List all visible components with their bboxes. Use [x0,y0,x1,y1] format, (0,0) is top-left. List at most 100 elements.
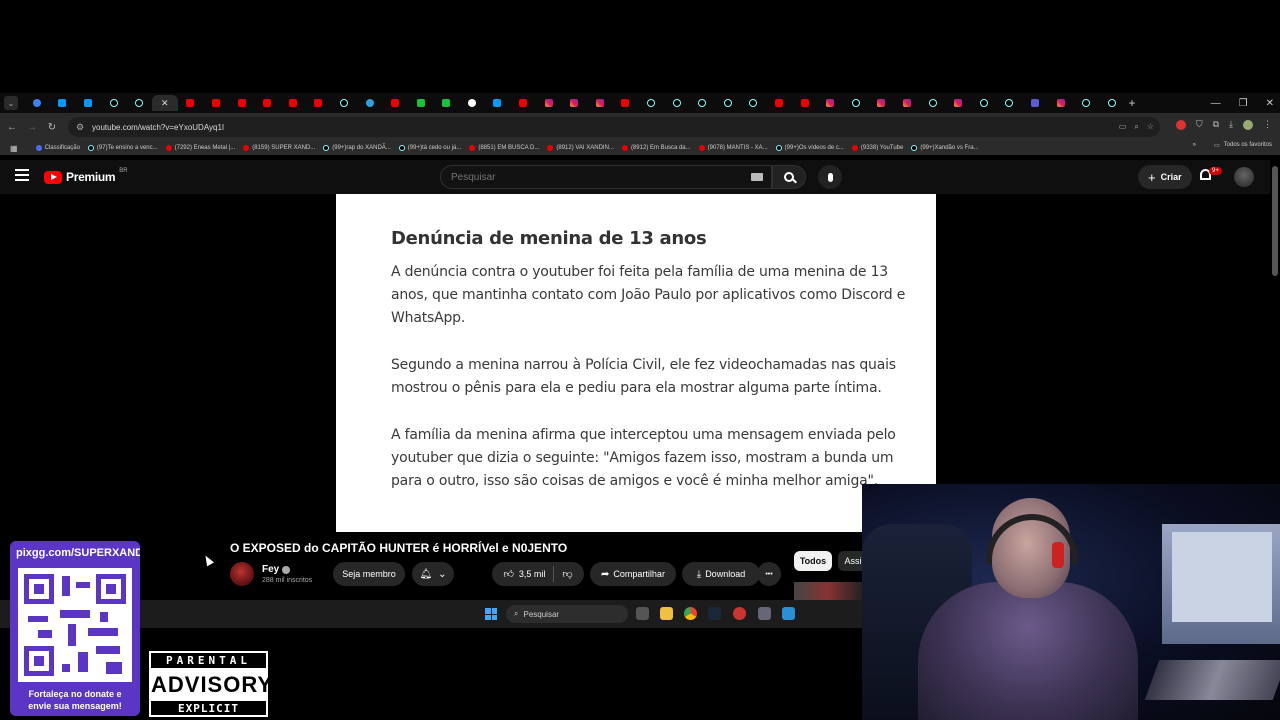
youtube-logo[interactable]: Premium BR [44,168,128,184]
bookmark-item[interactable]: (8159) SUPER XAND... [239,145,319,151]
file-explorer-icon[interactable] [660,607,673,620]
bookmark-item[interactable]: (9338) YouTube [848,145,907,151]
profile-icon[interactable] [1243,119,1253,130]
bookmark-item[interactable]: (99+)tá cedo ou já... [395,145,466,151]
browser-tab[interactable] [357,95,383,111]
site-info-icon[interactable]: ⚙ [76,122,86,133]
browser-tab[interactable] [894,95,920,111]
create-button[interactable]: + Criar [1138,165,1192,189]
channel-avatar[interactable] [230,562,254,586]
bookmark-item[interactable]: (99+)Os vídeos de c... [772,145,848,151]
browser-tab[interactable] [945,95,971,111]
bookmark-item[interactable]: (8851) EM BUSCA D... [465,145,543,151]
ublock-icon[interactable]: ⛉ [1196,119,1203,130]
browser-tab[interactable] [408,95,434,111]
subscription-bell-button[interactable]: 🔔︎ ⌄ [412,562,454,586]
browser-tab[interactable] [459,95,485,111]
bookmark-item[interactable]: (99+)Xandão vs Fra... [907,145,982,151]
browser-tab[interactable] [587,95,613,111]
browser-tab[interactable] [229,95,255,111]
browser-tab[interactable] [101,95,127,111]
bookmark-item[interactable]: (9078) MANTIS - XA... [695,145,772,151]
bookmark-item[interactable]: (8912) Em Busca da... [618,145,695,151]
cast-icon[interactable]: ▭ [1119,122,1127,132]
browser-tab[interactable] [75,95,101,111]
browser-tab[interactable] [1099,95,1125,111]
tab-search-button[interactable]: ⌄ [4,96,18,110]
browser-tab[interactable] [203,95,229,111]
browser-tab[interactable] [741,95,767,111]
more-bookmarks-icon[interactable]: » [1193,142,1196,149]
bookmark-item[interactable]: (97)Te ensino a venc... [84,145,162,151]
apps-grid-icon[interactable]: ▦ [0,144,22,153]
close-window-icon[interactable]: ✕ [1266,98,1274,109]
menu-kebab-icon[interactable]: ⋮ [1263,119,1272,130]
extension-icon[interactable] [1175,119,1186,130]
tab-active[interactable]: ✕ [151,95,178,111]
task-view-icon[interactable] [636,607,649,620]
browser-tab[interactable] [1048,95,1074,111]
channel-name-row[interactable]: Fey [262,564,291,575]
chrome-icon[interactable] [684,607,697,620]
browser-tab[interactable] [510,95,536,111]
browser-tab[interactable] [24,95,50,111]
maximize-icon[interactable]: ❐ [1239,98,1248,109]
browser-tab[interactable] [331,95,357,111]
search-button[interactable] [772,165,806,189]
page-scrollbar[interactable] [1272,166,1278,276]
browser-tab[interactable] [1073,95,1099,111]
recommended-thumbnail[interactable] [794,582,862,600]
browser-tab[interactable] [689,95,715,111]
bookmark-item[interactable]: Classificação [32,145,84,151]
taskbar-search[interactable]: ⌕ Pesquisar [506,605,628,623]
browser-tab[interactable] [1022,95,1048,111]
browser-tab[interactable] [613,95,639,111]
browser-tab[interactable] [561,95,587,111]
browser-tab[interactable] [843,95,869,111]
browser-tab[interactable] [178,95,204,111]
browser-tab[interactable] [817,95,843,111]
minimize-icon[interactable]: — [1211,98,1221,109]
browser-tab[interactable] [792,95,818,111]
browser-tab[interactable] [664,95,690,111]
extensions-puzzle-icon[interactable]: ⧉ [1213,119,1219,130]
dislike-icon[interactable]: 👎︎ [562,568,572,580]
back-icon[interactable]: ← [2,122,22,133]
browser-tab[interactable] [638,95,664,111]
zoom-icon[interactable]: ⌕ [1134,122,1138,132]
browser-tab[interactable] [971,95,997,111]
browser-tab[interactable] [536,95,562,111]
app-icon[interactable] [733,607,746,620]
reload-icon[interactable]: ↻ [42,122,62,133]
address-bar[interactable]: ⚙ youtube.com/watch?v=eYxoUDAyq1I ▭ ⌕ ☆ [68,117,1160,137]
browser-tab[interactable] [280,95,306,111]
downloads-icon[interactable]: ⤓ [1229,119,1233,130]
hamburger-menu-icon[interactable] [15,169,29,181]
forward-icon[interactable]: → [22,122,42,133]
browser-tab[interactable] [50,95,76,111]
voice-search-button[interactable] [818,165,842,189]
join-button[interactable]: Seja membro [333,562,405,586]
windows-start-icon[interactable] [485,608,497,620]
bookmark-item[interactable]: (99+)rap do XANDÃ... [319,145,395,151]
browser-tab[interactable] [485,95,511,111]
browser-tab[interactable] [869,95,895,111]
browser-tab[interactable] [997,95,1023,111]
steam-icon[interactable] [708,607,721,620]
bookmark-item[interactable]: (7292) Eneas Metal |... [162,145,240,151]
browser-tab[interactable] [254,95,280,111]
account-avatar[interactable] [1234,167,1254,187]
download-button[interactable]: ⤓ Download [682,562,760,586]
share-button[interactable]: ➦ Compartilhar [590,562,676,586]
browser-tab[interactable] [715,95,741,111]
bookmark-star-icon[interactable]: ☆ [1147,122,1154,132]
bookmark-item[interactable]: (8912) VAI XANDIN... [543,145,618,151]
like-icon[interactable]: 👍︎ [503,568,513,580]
browser-tab[interactable] [434,95,460,111]
browser-tab[interactable] [306,95,332,111]
video-player-article-frame[interactable]: Denúncia de menina de 13 anos A denúncia… [336,194,936,532]
chip-todos[interactable]: Todos [794,551,832,571]
new-tab-button[interactable]: + [1129,96,1136,110]
more-actions-button[interactable]: ••• [757,562,781,586]
channel-name[interactable]: Fey [262,564,279,575]
